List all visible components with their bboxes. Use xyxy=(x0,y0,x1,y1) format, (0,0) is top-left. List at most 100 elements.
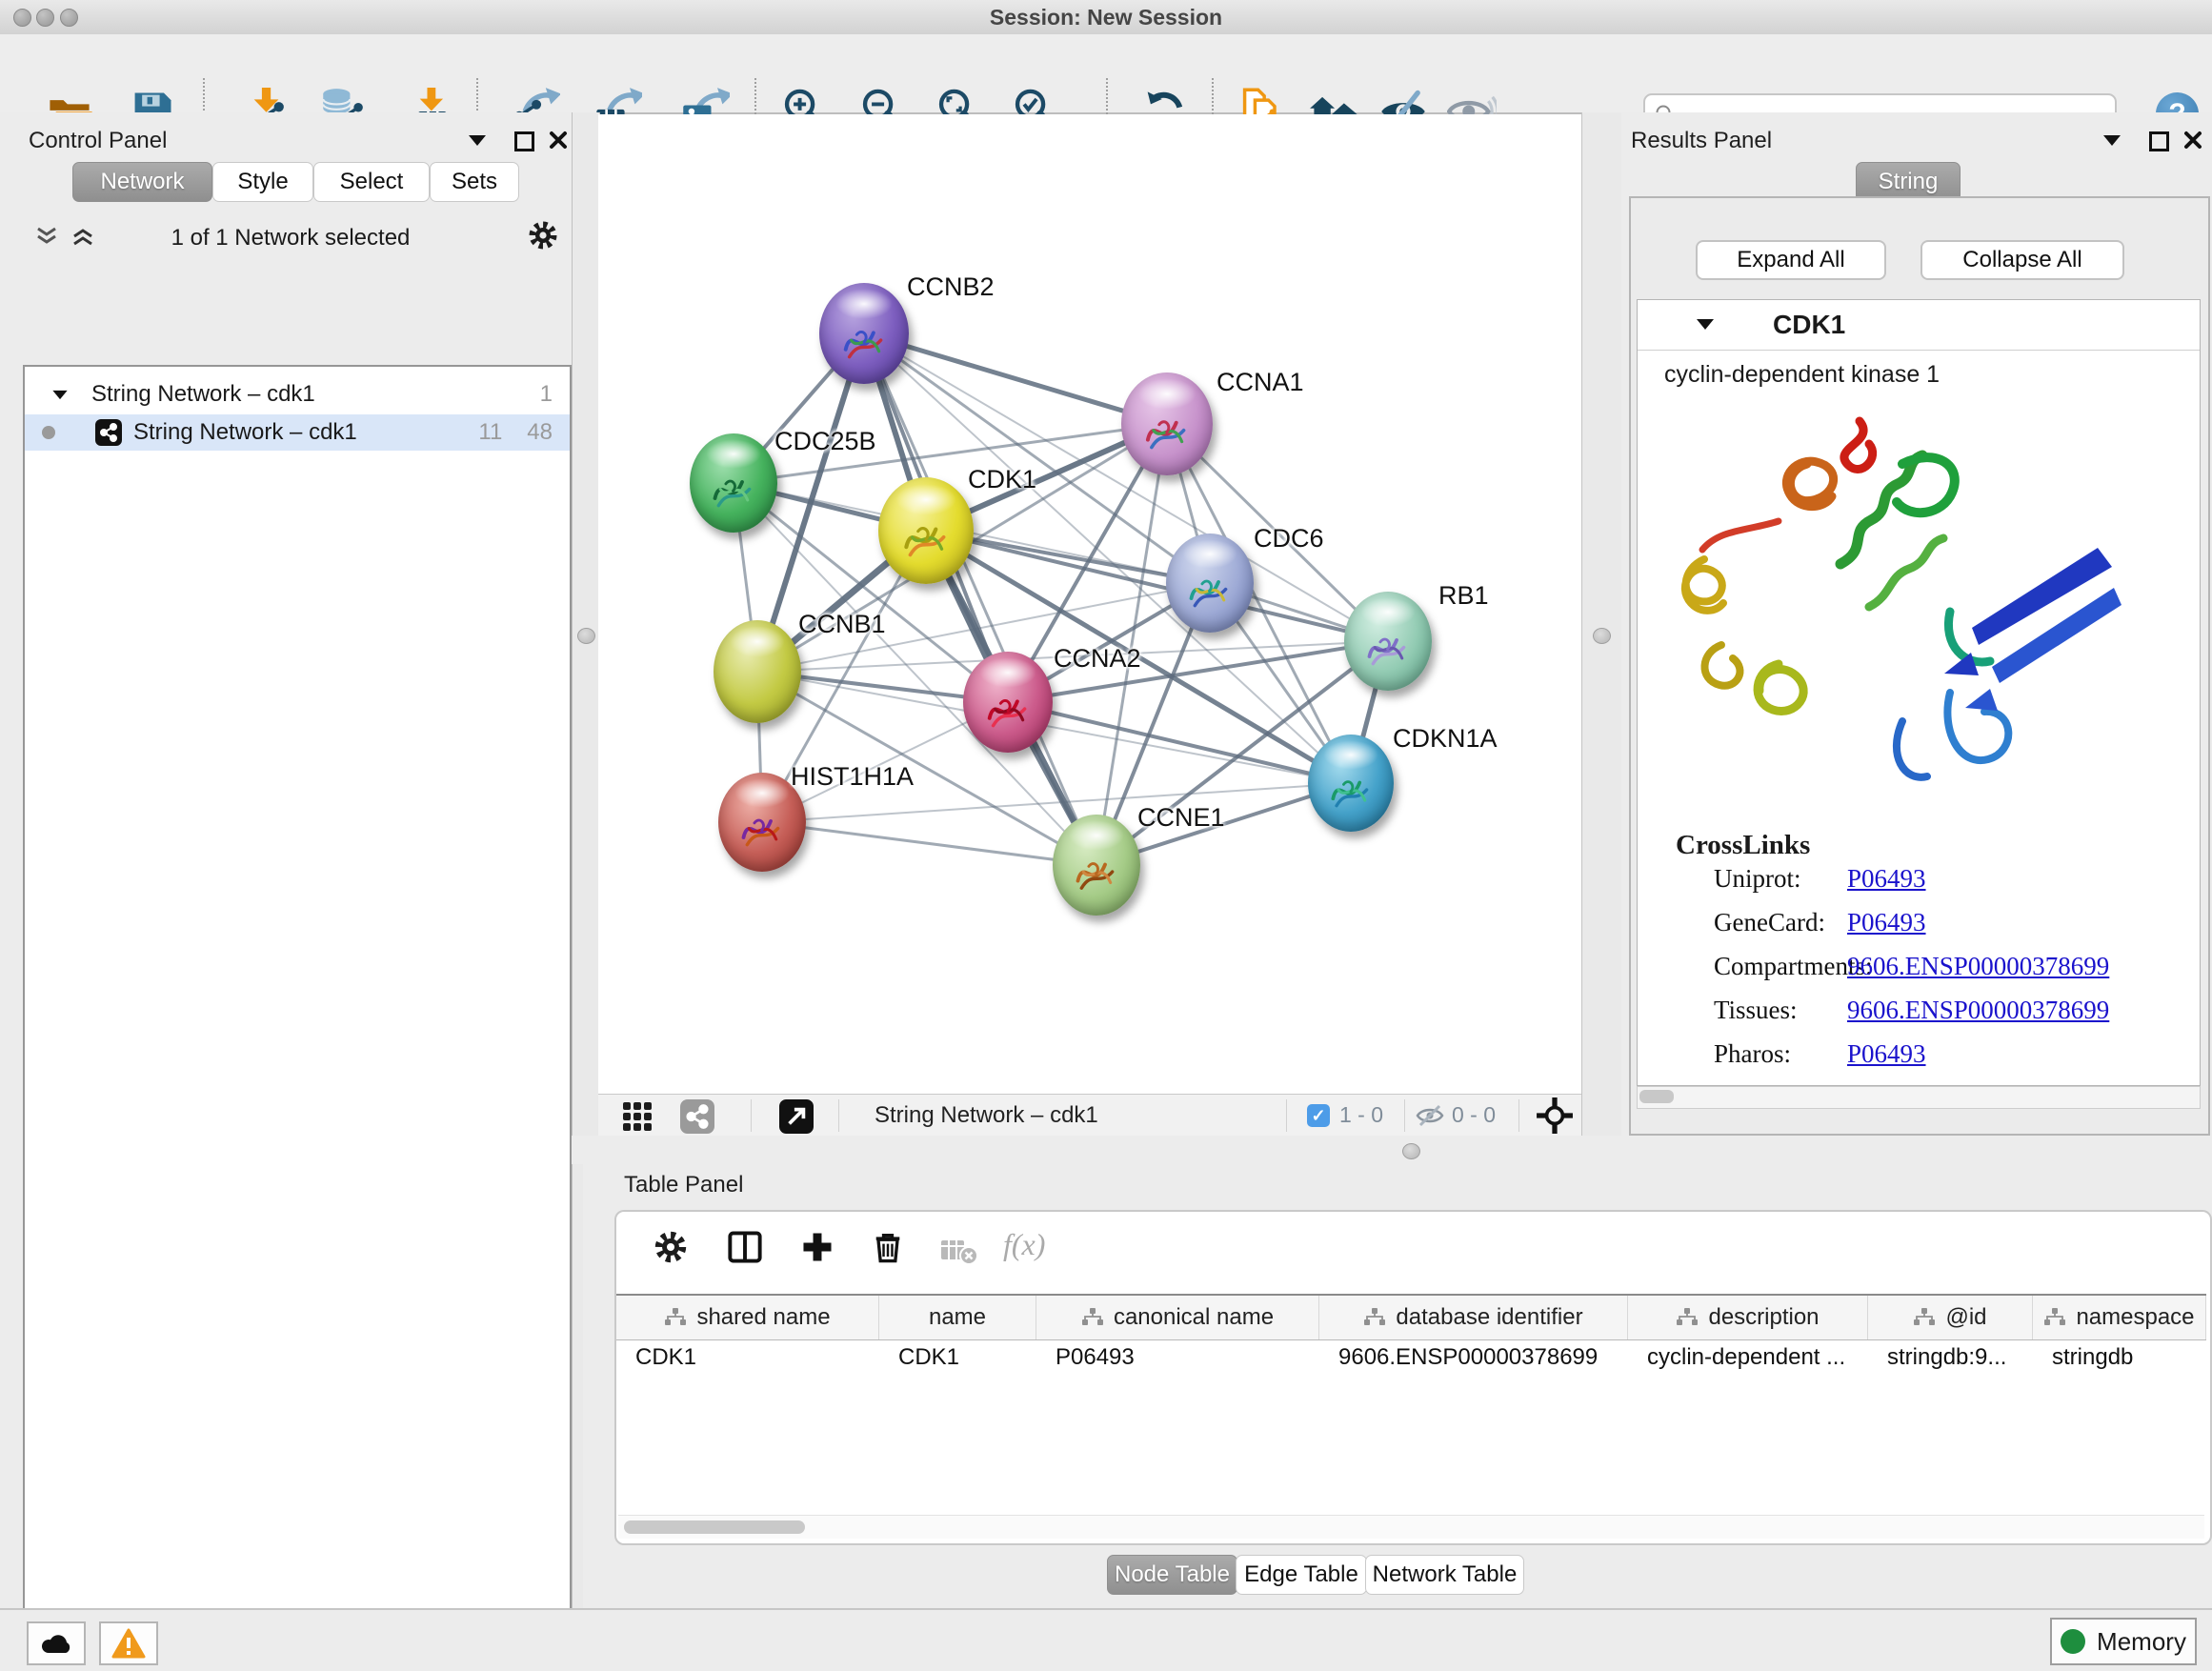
table-cell[interactable]: stringdb:9... xyxy=(1868,1339,2033,1377)
panel-float-icon[interactable] xyxy=(2149,131,2169,151)
minimize-window-icon[interactable] xyxy=(36,9,54,27)
table-cell[interactable]: CDK1 xyxy=(879,1339,1036,1377)
column-header-namespace[interactable]: namespace xyxy=(2033,1296,2206,1339)
node-RB1[interactable] xyxy=(1344,592,1432,691)
results-panel-title: Results Panel xyxy=(1631,128,1772,154)
function-builder-icon[interactable]: f(x) xyxy=(1003,1227,1045,1262)
node-CCNA2[interactable] xyxy=(963,652,1053,753)
table-cell[interactable]: stringdb xyxy=(2033,1339,2206,1377)
gene-name: CDK1 xyxy=(1773,310,1845,340)
scrollbar-thumb[interactable] xyxy=(624,1520,805,1534)
column-header-id[interactable]: @id xyxy=(1868,1296,2033,1339)
table-gear-icon[interactable] xyxy=(653,1229,689,1265)
crosslink-link[interactable]: 9606.ENSP00000378699 xyxy=(1847,952,2109,981)
tab-sets[interactable]: Sets xyxy=(430,162,519,202)
horizontal-splitter[interactable] xyxy=(572,1136,2212,1164)
main-toolbar: ? xyxy=(0,34,2212,114)
node-label-HIST1H1A: HIST1H1A xyxy=(791,762,914,792)
collapse-section-icon[interactable] xyxy=(1697,319,1714,330)
network-share-view-icon[interactable] xyxy=(680,1099,714,1134)
warnings-button[interactable] xyxy=(99,1621,158,1665)
right-splitter-handle[interactable] xyxy=(1593,628,1611,644)
divider xyxy=(751,1099,752,1132)
network-view-canvas[interactable]: CCNB2 CCNA1 CDC25B CDK1 CDC6 R xyxy=(598,114,1581,1094)
crosslink-link[interactable]: P06493 xyxy=(1847,908,1926,937)
column-header-databaseidentifier[interactable]: database identifier xyxy=(1319,1296,1628,1339)
table-row[interactable]: CDK1CDK1P064939606.ENSP00000378699cyclin… xyxy=(616,1339,2206,1377)
table-header-row: shared namenamecanonical namedatabase id… xyxy=(616,1294,2206,1340)
node-label-CCNE1: CCNE1 xyxy=(1137,803,1225,833)
table-cell[interactable]: cyclin-dependent ... xyxy=(1628,1339,1868,1377)
column-header-sharedname[interactable]: shared name xyxy=(616,1296,879,1339)
collapse-all-icon[interactable] xyxy=(34,227,59,246)
add-column-icon[interactable] xyxy=(799,1229,835,1265)
selected-checkbox[interactable]: ✓ xyxy=(1307,1104,1330,1127)
column-header-canonicalname[interactable]: canonical name xyxy=(1036,1296,1319,1339)
tab-network-table[interactable]: Network Table xyxy=(1365,1555,1524,1595)
horizontal-splitter-handle[interactable] xyxy=(1402,1143,1420,1159)
tab-style[interactable]: Style xyxy=(212,162,313,202)
node-CCNE1[interactable] xyxy=(1053,815,1140,916)
maximize-window-icon[interactable] xyxy=(60,9,78,27)
detach-view-icon[interactable] xyxy=(779,1099,814,1134)
right-splitter[interactable] xyxy=(1581,112,1623,1136)
table-cell[interactable]: P06493 xyxy=(1036,1339,1319,1377)
crosslink-link[interactable]: P06493 xyxy=(1847,1039,1926,1069)
node-label-CCNB1: CCNB1 xyxy=(798,610,886,639)
close-window-icon[interactable] xyxy=(13,9,31,27)
delete-table-icon[interactable] xyxy=(936,1235,980,1267)
grid-view-icon[interactable] xyxy=(622,1101,653,1132)
memory-button[interactable]: Memory xyxy=(2050,1618,2197,1665)
table-hscrollbar[interactable] xyxy=(618,1515,2204,1539)
node-CDC25B[interactable] xyxy=(690,433,777,533)
crosslink-label: GeneCard: xyxy=(1714,908,1825,937)
results-hscrollbar[interactable] xyxy=(1637,1086,2201,1109)
left-splitter-handle[interactable] xyxy=(577,628,595,644)
node-CCNB2[interactable] xyxy=(819,283,909,384)
tab-select[interactable]: Select xyxy=(313,162,430,202)
expand-all-button[interactable]: Expand All xyxy=(1696,240,1886,280)
column-header-description[interactable]: description xyxy=(1628,1296,1868,1339)
tree-row-collection[interactable]: String Network – cdk1 1 xyxy=(25,376,570,413)
table-cell[interactable]: CDK1 xyxy=(616,1339,879,1377)
node-CDK1[interactable] xyxy=(878,477,974,584)
collapse-all-button[interactable]: Collapse All xyxy=(1920,240,2124,280)
tree-expand-icon[interactable] xyxy=(52,390,67,398)
table-cell[interactable]: 9606.ENSP00000378699 xyxy=(1319,1339,1628,1377)
show-columns-icon[interactable] xyxy=(727,1229,763,1265)
edge-CCNB2-CCNA1[interactable] xyxy=(864,333,1167,424)
crosslink-link[interactable]: 9606.ENSP00000378699 xyxy=(1847,996,2109,1025)
tab-edge-table[interactable]: Edge Table xyxy=(1236,1555,1367,1595)
tab-network[interactable]: Network xyxy=(72,162,212,202)
node-CDC6[interactable] xyxy=(1166,534,1254,633)
node-structure-thumbnail xyxy=(980,680,1036,735)
gear-icon[interactable] xyxy=(527,219,559,252)
panel-menu-icon[interactable] xyxy=(2103,135,2121,146)
node-structure-thumbnail xyxy=(706,461,760,515)
node-CCNB1[interactable] xyxy=(714,620,801,723)
control-panel: Control Panel NetworkStyleSelectSets 1 o… xyxy=(0,112,572,1608)
table-panel: Table Panel f(x) shared namenamecanonica… xyxy=(583,1164,2212,1608)
scrollbar-thumb[interactable] xyxy=(1639,1090,1674,1103)
expand-all-icon[interactable] xyxy=(70,227,95,246)
column-header-name[interactable]: name xyxy=(879,1296,1036,1339)
gene-description: cyclin-dependent kinase 1 xyxy=(1664,361,1940,389)
node-CDKN1A[interactable] xyxy=(1308,735,1394,832)
edge-HIST1H1A-CCNE1[interactable] xyxy=(762,822,1096,865)
tree-row-network[interactable]: String Network – cdk1 11 48 xyxy=(25,414,570,451)
crosslink-label: Pharos: xyxy=(1714,1039,1791,1069)
panel-close-icon[interactable] xyxy=(549,131,568,150)
crosslink-link[interactable]: P06493 xyxy=(1847,864,1926,894)
panel-float-icon[interactable] xyxy=(514,131,534,151)
delete-column-icon[interactable] xyxy=(870,1229,906,1265)
gene-section-header[interactable]: CDK1 xyxy=(1638,300,2200,351)
crosslinks-title: CrossLinks xyxy=(1676,830,1810,861)
panel-menu-icon[interactable] xyxy=(469,135,486,146)
edge-CCNA2-CDKN1A[interactable] xyxy=(1008,702,1351,783)
node-CCNA1[interactable] xyxy=(1121,372,1213,475)
tab-node-table[interactable]: Node Table xyxy=(1107,1555,1237,1595)
node-structure-thumbnail xyxy=(1324,762,1377,815)
panel-close-icon[interactable] xyxy=(2183,131,2202,150)
birdseye-view-icon[interactable] xyxy=(1536,1097,1574,1135)
cloud-button[interactable] xyxy=(27,1621,86,1665)
